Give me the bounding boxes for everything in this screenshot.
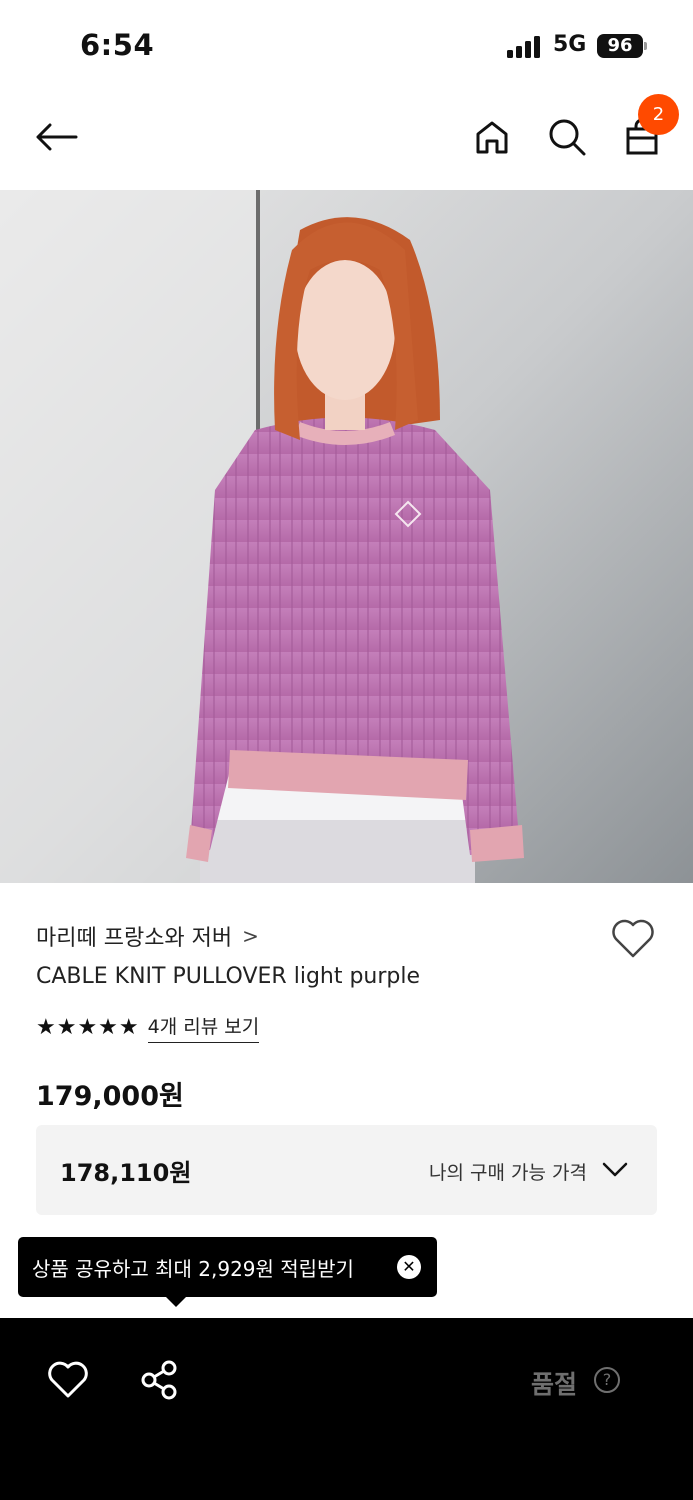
share-icon [141,1360,177,1400]
product-name: CABLE KNIT PULLOVER light purple [36,964,421,989]
review-link[interactable]: 4개 리뷰 보기 [147,1012,260,1043]
tooltip-text: 상품 공유하고 최대 2,929원 적립받기 [32,1257,354,1281]
product-photo[interactable] [0,190,693,883]
share-button[interactable] [138,1358,182,1402]
share-reward-tooltip: 상품 공유하고 최대 2,929원 적립받기 ✕ [18,1237,437,1307]
home-icon [476,121,508,154]
battery-tip [644,42,647,50]
help-icon[interactable]: ? [594,1367,620,1393]
chevron-down-icon [602,1162,628,1177]
search-icon [549,119,586,156]
chevron-right-icon: > [242,924,259,948]
heart-icon [612,919,654,958]
status-bar: 6:54 5G 96 [0,0,693,90]
product-price: 179,000원 [36,1081,184,1112]
heart-icon [48,1361,88,1398]
tooltip-arrow [166,1297,186,1307]
network-type: 5G [553,32,587,57]
star-rating: ★★★★★ [36,1015,140,1040]
soldout-label: 품절 [531,1370,578,1399]
home-button[interactable] [470,115,514,159]
battery-icon: 96 [597,34,643,58]
brand-name: 마리떼 프랑소와 저버 [36,926,233,951]
brand-link[interactable]: 마리떼 프랑소와 저버 > [36,920,259,952]
signal-icon [507,36,543,58]
bottom-wishlist-button[interactable] [46,1360,90,1400]
my-price-label: 나의 구매 가능 가격 [429,1162,587,1184]
rating-row: ★★★★★ 4개 리뷰 보기 [36,1012,260,1043]
status-time: 6:54 [80,28,155,62]
bottom-action-bar: 품절 ? [0,1318,693,1500]
top-nav [0,90,693,190]
my-price-dropdown[interactable]: 178,110원 나의 구매 가능 가격 [36,1125,657,1215]
back-button[interactable] [34,115,78,159]
search-button[interactable] [545,115,589,159]
wishlist-button[interactable] [610,918,656,962]
arrow-left-icon [36,123,78,151]
cart-count-badge: 2 [638,94,679,135]
close-icon[interactable]: ✕ [397,1255,421,1279]
my-price-value: 178,110원 [60,1159,192,1187]
